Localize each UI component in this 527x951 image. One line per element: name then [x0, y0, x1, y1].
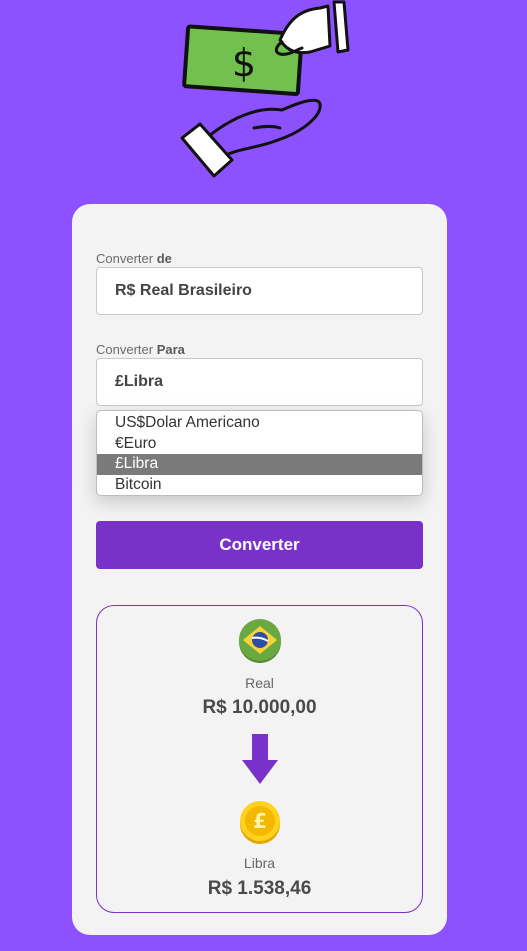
to-currency-dropdown[interactable]: US$Dolar Americano €Euro £Libra Bitcoin — [96, 410, 423, 496]
to-currency-value: £Libra — [115, 373, 164, 390]
to-label: Converter Para — [96, 342, 185, 357]
to-currency-select[interactable]: £Libra — [96, 358, 423, 406]
option-euro[interactable]: €Euro — [97, 434, 422, 455]
to-currency-amount: R$ 1.538,46 — [207, 878, 312, 899]
from-currency-name: Real — [245, 675, 274, 691]
from-currency-select[interactable]: R$ Real Brasileiro — [96, 267, 423, 315]
from-currency-value: R$ Real Brasileiro — [115, 282, 252, 299]
option-dolar[interactable]: US$Dolar Americano — [97, 413, 422, 434]
convert-button[interactable]: Converter — [96, 521, 423, 569]
option-libra[interactable]: £Libra — [97, 454, 422, 475]
from-currency-amount: R$ 10.000,00 — [202, 697, 317, 718]
arrow-down-icon — [242, 734, 278, 784]
svg-text:£: £ — [253, 809, 267, 833]
from-label: Converter de — [96, 251, 172, 266]
pound-coin-icon: £ — [240, 801, 280, 844]
converter-card: Converter de R$ Real Brasileiro Converte… — [72, 204, 447, 935]
to-currency-name: Libra — [243, 855, 276, 871]
option-bitcoin[interactable]: Bitcoin — [97, 475, 422, 496]
money-exchange-icon: $ — [180, 0, 350, 178]
svg-text:$: $ — [232, 41, 256, 85]
result-panel: Real R$ 10.000,00 £ Libra R$ 1.538,46 — [96, 605, 423, 913]
brazil-flag-icon — [239, 619, 281, 663]
